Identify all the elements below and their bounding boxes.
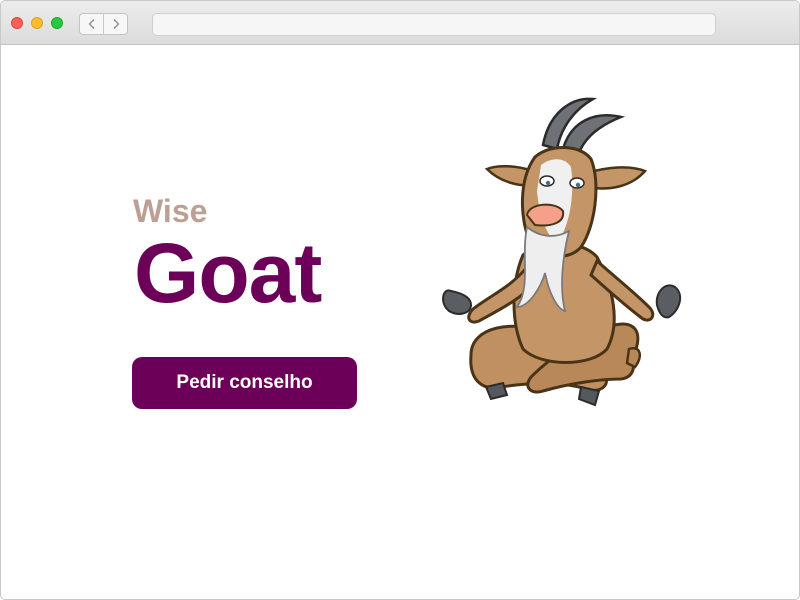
browser-window: Wise Goat Pedir conselho [0, 0, 800, 600]
title-bar [1, 1, 799, 45]
minimize-window-button[interactable] [31, 17, 43, 29]
forward-button[interactable] [103, 14, 127, 34]
navigation-buttons [79, 13, 128, 35]
back-button[interactable] [80, 14, 103, 34]
zoom-window-button[interactable] [51, 17, 63, 29]
chevron-right-icon [113, 19, 120, 29]
page-content: Wise Goat Pedir conselho [1, 45, 799, 599]
hero-subtitle: Wise [133, 193, 208, 229]
meditating-goat-illustration [442, 97, 682, 407]
chevron-left-icon [88, 19, 95, 29]
close-window-button[interactable] [11, 17, 23, 29]
hero-title: Goat [134, 226, 322, 320]
address-bar[interactable] [152, 13, 716, 36]
ask-advice-button[interactable]: Pedir conselho [132, 357, 357, 409]
